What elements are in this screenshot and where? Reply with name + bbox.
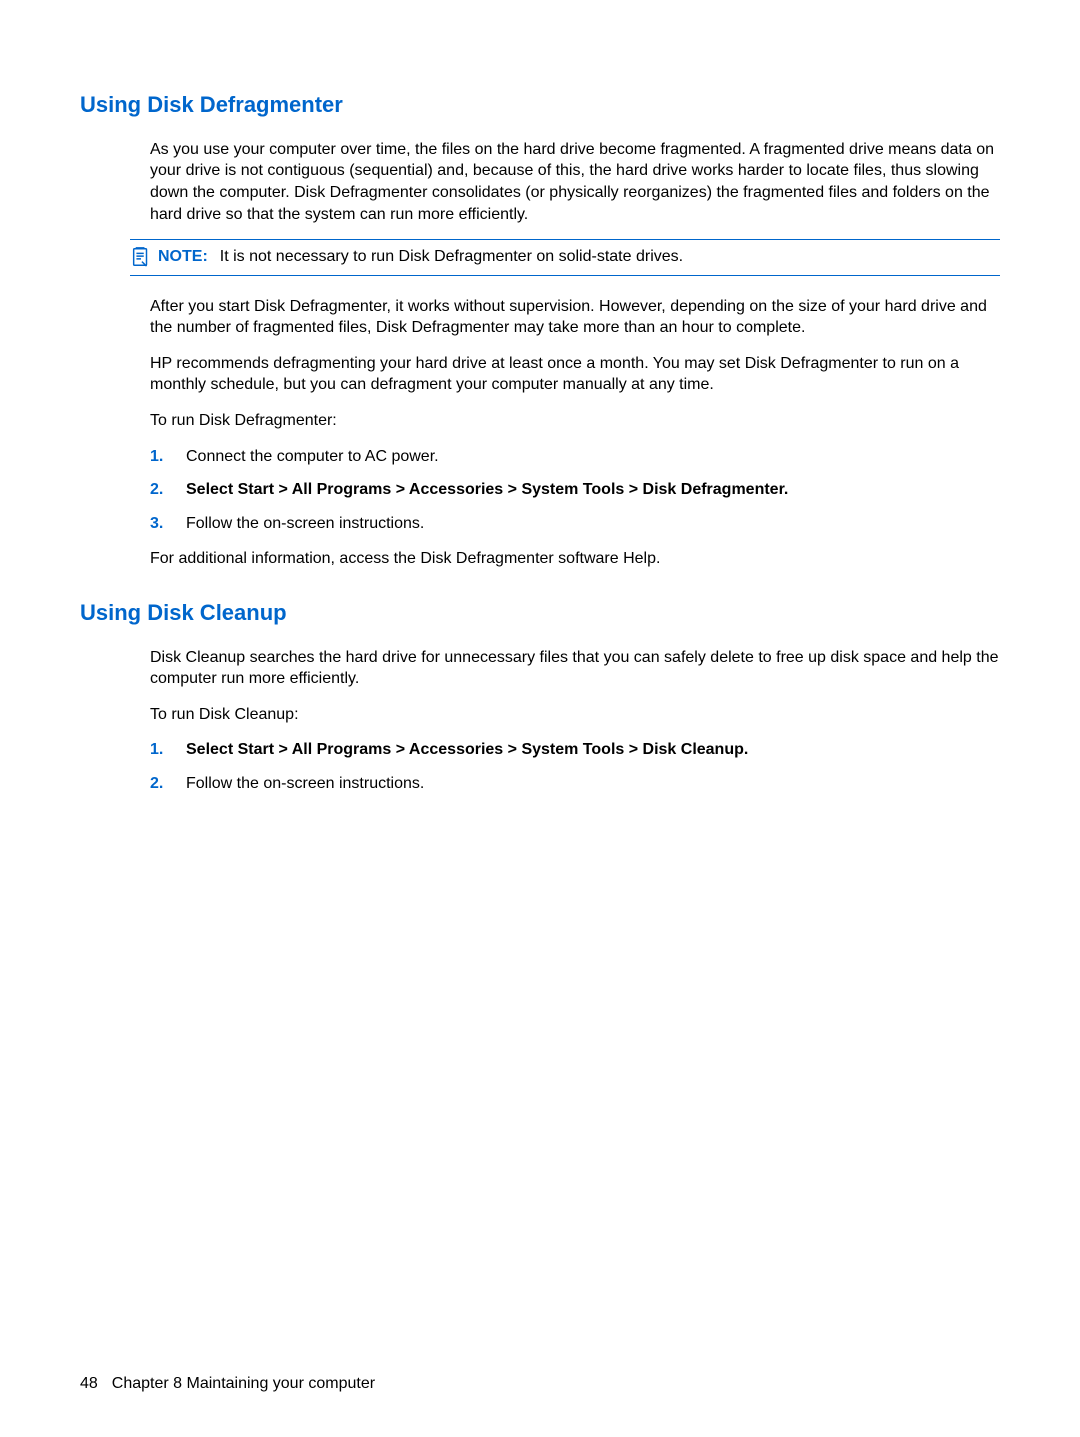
step-prefix: Select [186, 741, 238, 758]
section-disk-cleanup: Using Disk Cleanup Disk Cleanup searches… [80, 598, 1000, 795]
paragraph: Disk Cleanup searches the hard drive for… [150, 647, 1000, 690]
step-text: Select Start > All Programs > Accessorie… [186, 481, 788, 498]
step-number: 1. [150, 446, 163, 468]
step-suffix: . [744, 741, 748, 758]
step-text: Follow the on-screen instructions. [186, 515, 424, 532]
step-prefix: Select [186, 481, 238, 498]
paragraph: As you use your computer over time, the … [150, 139, 1000, 225]
step-text: Follow the on-screen instructions. [186, 775, 424, 792]
page-number: 48 [80, 1375, 98, 1392]
step-bold-path: Start > All Programs > Accessories > Sys… [238, 481, 784, 498]
heading-defragmenter: Using Disk Defragmenter [80, 90, 1000, 121]
step-item: 1. Connect the computer to AC power. [150, 446, 1000, 468]
step-item: 2. Follow the on-screen instructions. [150, 773, 1000, 795]
steps-list-cleanup: 1. Select Start > All Programs > Accesso… [150, 739, 1000, 794]
page-footer: 48 Chapter 8 Maintaining your computer [80, 1373, 375, 1395]
paragraph: After you start Disk Defragmenter, it wo… [150, 296, 1000, 339]
step-suffix: . [784, 481, 788, 498]
section-disk-defragmenter: Using Disk Defragmenter As you use your … [80, 90, 1000, 570]
heading-cleanup: Using Disk Cleanup [80, 598, 1000, 629]
step-item: 2. Select Start > All Programs > Accesso… [150, 479, 1000, 501]
step-number: 1. [150, 739, 163, 761]
paragraph: To run Disk Cleanup: [150, 704, 1000, 726]
paragraph: HP recommends defragmenting your hard dr… [150, 353, 1000, 396]
note-text: It is not necessary to run Disk Defragme… [220, 248, 683, 265]
steps-list-defragmenter: 1. Connect the computer to AC power. 2. … [150, 446, 1000, 535]
paragraph: To run Disk Defragmenter: [150, 410, 1000, 432]
step-text: Connect the computer to AC power. [186, 448, 439, 465]
note-content: NOTE: It is not necessary to run Disk Def… [158, 246, 1000, 268]
step-bold-path: Start > All Programs > Accessories > Sys… [238, 741, 744, 758]
step-number: 2. [150, 479, 163, 501]
note-box: NOTE: It is not necessary to run Disk Def… [130, 239, 1000, 275]
step-number: 2. [150, 773, 163, 795]
step-text: Select Start > All Programs > Accessorie… [186, 741, 748, 758]
step-item: 3. Follow the on-screen instructions. [150, 513, 1000, 535]
step-number: 3. [150, 513, 163, 535]
note-icon [130, 246, 152, 268]
step-item: 1. Select Start > All Programs > Accesso… [150, 739, 1000, 761]
chapter-title: Chapter 8 Maintaining your computer [112, 1375, 375, 1392]
paragraph: For additional information, access the D… [150, 548, 1000, 570]
note-label: NOTE: [158, 248, 208, 265]
